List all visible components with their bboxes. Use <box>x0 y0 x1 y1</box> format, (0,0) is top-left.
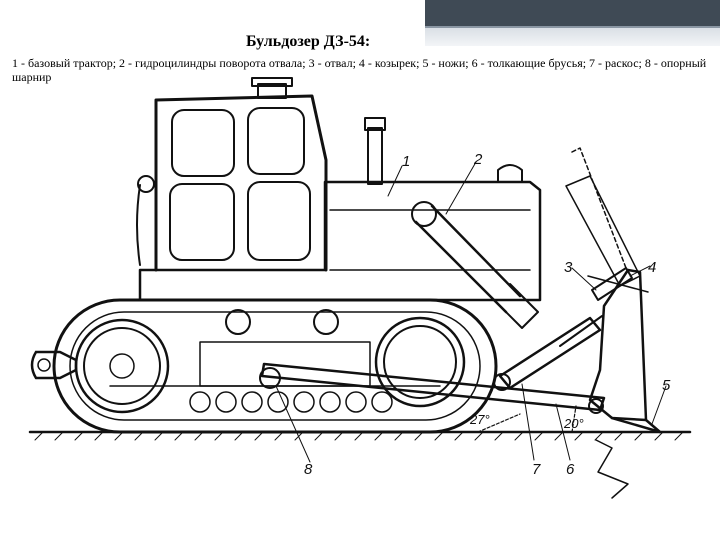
bulldozer-technical-drawing: 1 2 3 4 5 6 7 8 27° 20° <box>28 77 692 499</box>
exhaust-pipe <box>367 127 383 185</box>
callout-1: 1 <box>402 153 410 170</box>
callout-3: 3 <box>564 259 573 276</box>
angle-label-20: 20° <box>563 416 584 431</box>
cab-window <box>171 109 235 177</box>
callout-6: 6 <box>566 461 575 478</box>
angle-label-27: 27° <box>469 412 490 427</box>
callout-5: 5 <box>662 377 671 394</box>
rear-sprocket <box>74 318 170 414</box>
callout-7: 7 <box>532 461 541 478</box>
callout-2: 2 <box>473 151 483 168</box>
callout-8: 8 <box>304 461 313 478</box>
blade-lift-cylinder <box>414 204 522 314</box>
base-tractor-body <box>138 180 542 302</box>
callout-4: 4 <box>648 259 656 276</box>
track-rollers <box>189 391 393 413</box>
carrier-roller <box>225 309 251 335</box>
